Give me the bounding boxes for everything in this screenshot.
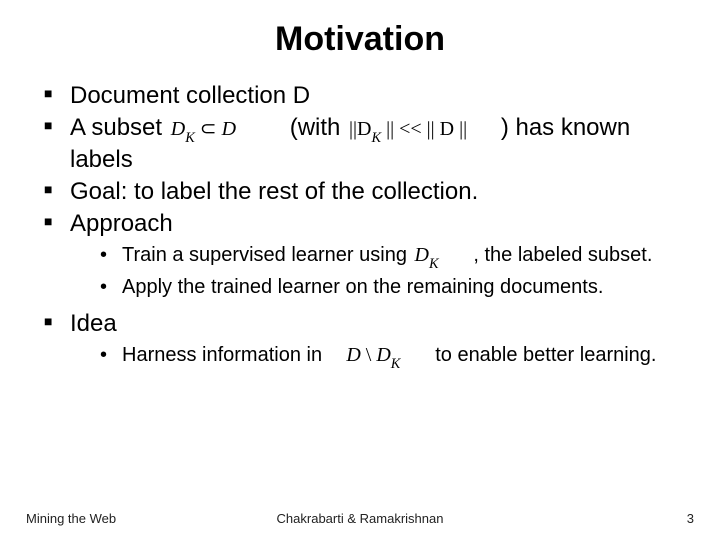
bullet-text: Approach: [70, 210, 173, 237]
bullet-text: (with: [290, 114, 341, 141]
bullet-text: , the labeled subset.: [473, 244, 652, 266]
bullet-text: to enable better learning.: [435, 344, 656, 366]
math-norm-inequality: ||DK || << || D ||: [347, 118, 474, 140]
bullet-document-collection: Document collection D: [44, 81, 694, 111]
math-sub-k4: K: [391, 356, 401, 372]
bullet-text: Goal: to label the rest of the collectio…: [70, 178, 478, 205]
subbullet-apply: Apply the trained learner on the remaini…: [100, 275, 694, 301]
slide: Motivation Document collection D A subse…: [0, 0, 720, 540]
bullet-subset: A subset DK ⊂ D (with ||DK || << || D ||…: [44, 113, 694, 175]
bullet-text: A subset: [70, 114, 162, 141]
math-dk: DK: [413, 244, 446, 266]
math-sub-k: K: [185, 130, 195, 146]
approach-sublist: Train a supervised learner using DK , th…: [70, 243, 694, 301]
math-var-d5: D: [376, 344, 390, 366]
math-norm-d: || << || D ||: [381, 118, 467, 140]
slide-title: Motivation: [26, 20, 694, 59]
footer: Mining the Web Chakrabarti & Ramakrishna…: [26, 511, 694, 526]
bullet-text: Harness information in: [122, 344, 322, 366]
idea-sublist: Harness information in D \ DK to enable …: [70, 343, 694, 371]
bullet-idea: Idea Harness information in D \ DK to en…: [44, 309, 694, 371]
math-d-minus-dk: D \ DK: [344, 344, 407, 366]
footer-center: Chakrabarti & Ramakrishnan: [26, 511, 694, 526]
math-norm-dk: ||D: [349, 118, 371, 140]
bullet-goal: Goal: to label the rest of the collectio…: [44, 177, 694, 207]
math-var-d3: D: [415, 244, 429, 266]
math-var-d2: D: [222, 118, 236, 140]
math-var-d4: D: [346, 344, 360, 366]
bullet-approach: Approach Train a supervised learner usin…: [44, 209, 694, 301]
math-dk-subset-d: DK ⊂ D: [169, 118, 243, 140]
bullet-list: Document collection D A subset DK ⊂ D (w…: [26, 81, 694, 371]
math-var-d: D: [171, 118, 185, 140]
subbullet-train: Train a supervised learner using DK , th…: [100, 243, 694, 271]
math-sub-k2: K: [372, 130, 382, 146]
bullet-text: Idea: [70, 310, 117, 337]
bullet-text: Document collection D: [70, 82, 310, 109]
math-subset-icon: ⊂: [195, 118, 222, 140]
math-sub-k3: K: [429, 256, 439, 272]
bullet-text: Apply the trained learner on the remaini…: [122, 276, 603, 298]
bullet-text: Train a supervised learner using: [122, 244, 407, 266]
subbullet-harness: Harness information in D \ DK to enable …: [100, 343, 694, 371]
math-setminus-icon: \: [361, 344, 377, 366]
